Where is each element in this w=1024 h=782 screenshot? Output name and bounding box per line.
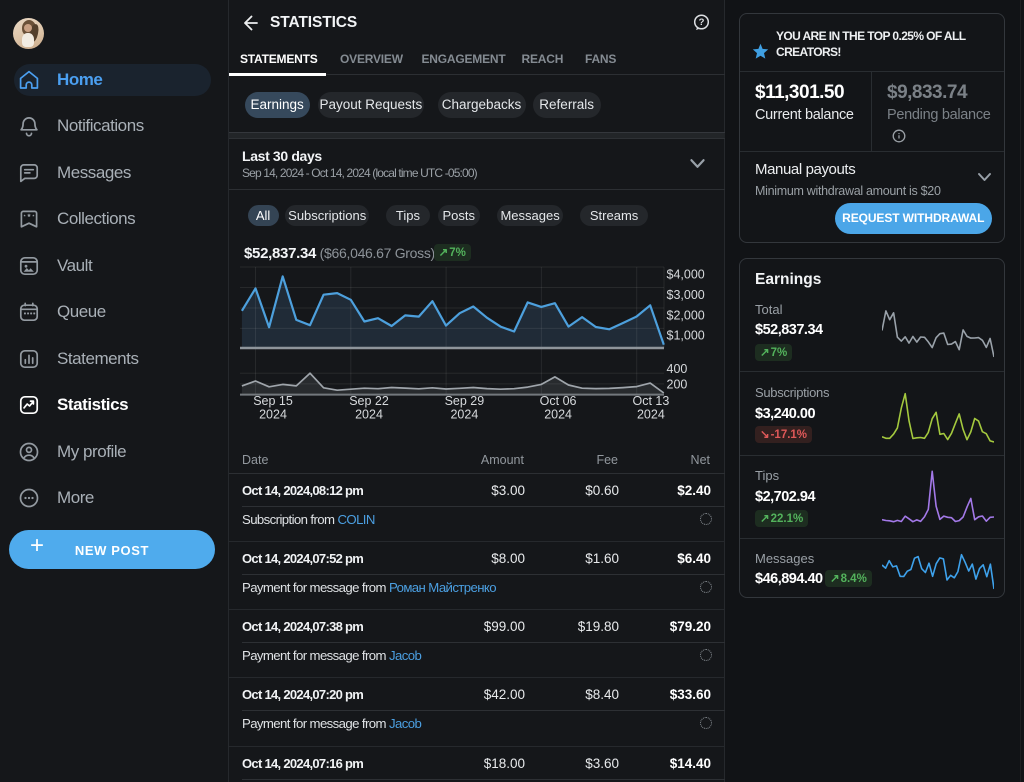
svg-text:2024: 2024 xyxy=(450,407,478,421)
svg-text:200: 200 xyxy=(667,378,688,392)
svg-text:2024: 2024 xyxy=(355,407,383,421)
svg-text:Oct 13: Oct 13 xyxy=(632,394,669,408)
svg-text:400: 400 xyxy=(667,362,688,376)
svg-text:Sep 15: Sep 15 xyxy=(253,394,293,408)
svg-text:?: ? xyxy=(699,17,705,28)
svg-text:$2,000: $2,000 xyxy=(667,308,705,322)
svg-text:2024: 2024 xyxy=(544,407,572,421)
svg-text:Oct 06: Oct 06 xyxy=(540,394,577,408)
svg-text:Sep 22: Sep 22 xyxy=(349,394,389,408)
svg-text:$3,000: $3,000 xyxy=(667,288,705,302)
svg-text:2024: 2024 xyxy=(259,407,287,421)
svg-text:Sep 29: Sep 29 xyxy=(445,394,485,408)
svg-text:2024: 2024 xyxy=(637,407,665,421)
svg-text:$1,000: $1,000 xyxy=(667,329,705,343)
svg-text:$4,000: $4,000 xyxy=(667,268,705,282)
